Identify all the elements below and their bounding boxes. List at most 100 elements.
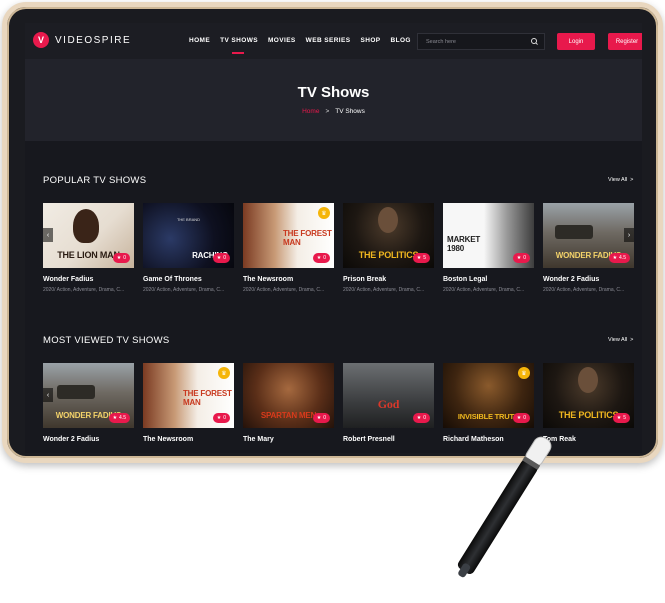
show-card[interactable]: THE BRAND RACHING ★ 0 Game Of Thrones 202… — [143, 203, 234, 293]
card-title[interactable]: Boston Legal — [443, 276, 534, 283]
show-card[interactable]: THE POLITICS ★ 5 Prison Break 2020/ Actio… — [343, 203, 434, 293]
crown-icon: ♛ — [218, 367, 230, 379]
poster-title: THE FOREST MAN — [183, 389, 232, 408]
show-card[interactable]: THE FOREST MAN ♛ ★ 0 The Newsroom — [143, 363, 234, 443]
card-title[interactable]: The Newsroom — [143, 436, 234, 443]
card-title[interactable]: The Newsroom — [243, 276, 334, 283]
brand-name: VIDEOSPIRE — [55, 34, 132, 46]
crown-icon: ♛ — [518, 367, 530, 379]
tablet-frame: V VIDEOSPIRE HOME TV SHOWS MOVIES WEB SE… — [2, 2, 663, 463]
card-title[interactable]: Prison Break — [343, 276, 434, 283]
breadcrumb-current: TV Shows — [335, 108, 365, 115]
rating-badge: ★ 0 — [112, 253, 130, 263]
search-input[interactable] — [424, 37, 531, 46]
star-icon: ★ — [112, 415, 118, 421]
breadcrumb: Home > TV Shows — [25, 108, 642, 115]
logo-badge-icon: V — [33, 32, 49, 48]
poster-image: God ★ 0 — [343, 363, 434, 428]
rating-badge: ★ 5 — [612, 413, 630, 423]
header: V VIDEOSPIRE HOME TV SHOWS MOVIES WEB SE… — [25, 23, 642, 59]
chevron-right-icon: > — [630, 337, 634, 343]
card-meta: 2020/ Action, Adventure, Drama, C... — [143, 287, 225, 293]
poster-image: MARKET 1980 ★ 0 — [443, 203, 534, 268]
tank-shape — [555, 225, 593, 239]
rating-badge: ★ 0 — [312, 413, 330, 423]
carousel-prev-button[interactable]: ‹ — [43, 228, 53, 242]
carousel-prev-button[interactable]: ‹ — [43, 388, 53, 402]
star-icon: ★ — [416, 415, 422, 421]
portrait-shape — [378, 207, 398, 233]
breadcrumb-separator-icon: > — [325, 108, 330, 115]
nav-item-tv-shows[interactable]: TV SHOWS — [220, 37, 258, 54]
chevron-left-icon: ‹ — [46, 391, 50, 399]
star-icon: ★ — [216, 415, 222, 421]
nav-item-shop[interactable]: SHOP — [360, 37, 380, 44]
poster-image: THE BRAND RACHING ★ 0 — [143, 203, 234, 268]
carousel-next-button[interactable]: › — [624, 228, 634, 242]
card-meta: 2020/ Action, Adventure, Drama, C... — [43, 287, 125, 293]
register-button[interactable]: Register — [608, 33, 642, 50]
portrait-shape — [578, 367, 598, 393]
login-button[interactable]: Login — [557, 33, 595, 50]
search-icon[interactable] — [531, 38, 538, 45]
poster-image: WONDER FADIUS ★ 4.5 › — [543, 203, 634, 268]
card-title[interactable]: The Mary — [243, 436, 334, 443]
poster-title: God — [377, 397, 400, 411]
poster-title: THE FOREST MAN — [283, 229, 332, 248]
card-title[interactable]: Game Of Thrones — [143, 276, 234, 283]
view-all-label: View All — [608, 177, 628, 183]
card-title[interactable]: Wonder 2 Fadius — [43, 436, 134, 443]
star-icon: ★ — [416, 255, 422, 261]
card-title[interactable]: Wonder Fadius — [43, 276, 134, 283]
portrait-shape — [73, 209, 99, 243]
nav-item-web-series[interactable]: WEB SERIES — [306, 37, 351, 44]
chevron-right-icon: > — [630, 177, 634, 183]
show-card[interactable]: THE LION MAN ★ 0 ‹ Wonder Fadius 2020/ Ac… — [43, 203, 134, 293]
crown-icon: ♛ — [318, 207, 330, 219]
section-title-popular: POPULAR TV SHOWS — [43, 175, 147, 186]
poster-image: THE FOREST MAN ♛ ★ 0 — [143, 363, 234, 428]
poster-image: WONDER FADIUS ★ 4.5 ‹ — [43, 363, 134, 428]
show-card[interactable]: THE FOREST MAN ♛ ★ 0 The Newsroom 2020/ A… — [243, 203, 334, 293]
stylus-pen-icon — [457, 436, 552, 578]
rating-badge: ★ 0 — [512, 253, 530, 263]
star-icon: ★ — [316, 415, 322, 421]
star-icon: ★ — [316, 255, 322, 261]
rating-badge: ★ 0 — [312, 253, 330, 263]
show-card[interactable]: WONDER FADIUS ★ 4.5 › Wonder 2 Fadius 202… — [543, 203, 634, 293]
main-nav: HOME TV SHOWS MOVIES WEB SERIES SHOP BLO… — [189, 37, 411, 54]
card-meta: 2020/ Action, Adventure, Drama, C... — [243, 287, 325, 293]
card-title[interactable]: Wonder 2 Fadius — [543, 276, 634, 283]
show-card[interactable]: God ★ 0 Robert Presnell — [343, 363, 434, 443]
nav-item-movies[interactable]: MOVIES — [268, 37, 296, 44]
nav-item-home[interactable]: HOME — [189, 37, 210, 44]
view-all-most-viewed-link[interactable]: View All > — [605, 337, 633, 343]
rating-badge: ★ 0 — [212, 413, 230, 423]
logo[interactable]: V VIDEOSPIRE — [33, 32, 131, 48]
breadcrumb-home-link[interactable]: Home — [302, 108, 319, 115]
page-hero: TV Shows Home > TV Shows — [25, 59, 642, 141]
star-icon: ★ — [516, 255, 522, 261]
rating-badge: ★ 0 — [212, 253, 230, 263]
chevron-right-icon: › — [627, 231, 631, 239]
show-card[interactable]: MARKET 1980 ★ 0 Boston Legal 2020/ Action… — [443, 203, 534, 293]
poster-image: THE POLITICS ★ 5 — [343, 203, 434, 268]
search-box — [417, 33, 545, 50]
poster-title: MARKET 1980 — [447, 235, 481, 254]
app-screen: V VIDEOSPIRE HOME TV SHOWS MOVIES WEB SE… — [25, 23, 642, 453]
star-icon: ★ — [616, 415, 622, 421]
card-meta: 2020/ Action, Adventure, Drama, C... — [543, 287, 625, 293]
rating-badge: ★ 0 — [412, 413, 430, 423]
popular-row: THE LION MAN ★ 0 ‹ Wonder Fadius 2020/ Ac… — [43, 203, 634, 293]
poster-image: THE LION MAN ★ 0 ‹ — [43, 203, 134, 268]
show-card[interactable]: SPARTAN MEN ★ 0 The Mary — [243, 363, 334, 443]
view-all-popular-link[interactable]: View All > — [605, 177, 633, 183]
nav-item-blog[interactable]: BLOG — [391, 37, 411, 44]
card-meta: 2020/ Action, Adventure, Drama, C... — [343, 287, 425, 293]
section-title-most-viewed: MOST VIEWED TV SHOWS — [43, 335, 170, 346]
card-title[interactable]: Robert Presnell — [343, 436, 434, 443]
view-all-label: View All — [608, 337, 628, 343]
star-icon: ★ — [216, 255, 222, 261]
show-card[interactable]: WONDER FADIUS ★ 4.5 ‹ Wonder 2 Fadius — [43, 363, 134, 443]
poster-kicker: THE BRAND — [176, 217, 201, 222]
